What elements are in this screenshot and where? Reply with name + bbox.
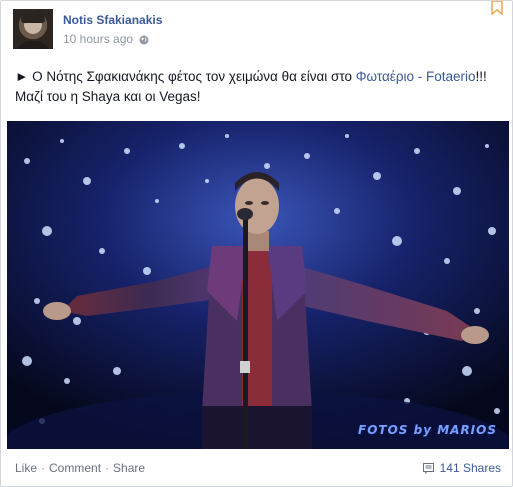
shares-count-link[interactable]: 141 Shares <box>422 461 501 475</box>
post-footer: Like · Comment · Share 141 Shares <box>15 461 501 477</box>
page-link[interactable]: Φωταέριο - Fotaerio <box>356 69 476 84</box>
post-text-prefix: ► Ο Νότης Σφακιανάκης φέτος τον χειμώνα … <box>15 69 356 84</box>
separator: · <box>105 461 110 475</box>
post-actions: Like · Comment · Share <box>15 461 145 475</box>
author-avatar[interactable] <box>13 9 53 49</box>
share-button[interactable]: Share <box>113 461 145 475</box>
comment-button[interactable]: Comment <box>49 461 101 475</box>
author-name[interactable]: Notis Sfakianakis <box>63 13 162 27</box>
post-text: ► Ο Νότης Σφακιανάκης φέτος τον χειμώνα … <box>15 67 495 107</box>
post-card: Notis Sfakianakis 10 hours ago ► Ο Νότης… <box>0 0 513 487</box>
bookmark-icon[interactable] <box>490 0 504 16</box>
separator: · <box>41 461 46 475</box>
post-timestamp[interactable]: 10 hours ago <box>63 32 133 46</box>
photo-watermark: FOTOS by MARIOS <box>358 423 497 437</box>
share-icon <box>422 462 434 474</box>
post-meta: 10 hours ago <box>63 32 149 46</box>
avatar-hair <box>21 11 45 23</box>
post-photo[interactable]: FOTOS by MARIOS <box>7 121 509 449</box>
like-button[interactable]: Like <box>15 461 37 475</box>
shares-count: 141 Shares <box>439 461 501 475</box>
concert-photo-illustration <box>7 121 509 449</box>
globe-icon <box>139 34 149 45</box>
avatar-shoulders <box>15 41 51 49</box>
